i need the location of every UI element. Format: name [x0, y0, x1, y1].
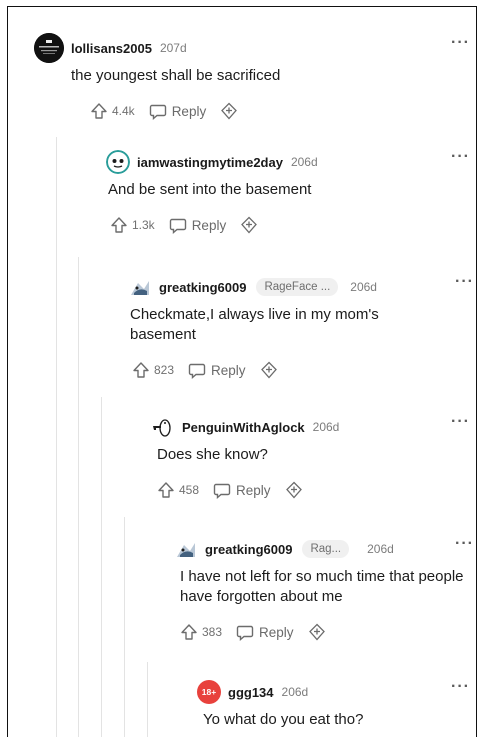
upvote-button[interactable]: 458: [157, 481, 199, 499]
thread-line: [78, 257, 79, 737]
username[interactable]: PenguinWithAglock: [182, 420, 305, 435]
reply-bubble-icon: [236, 625, 254, 641]
comment: PenguinWithAglock 206d ··· Does she know…: [151, 414, 470, 501]
award-icon: [241, 216, 258, 234]
comment: greatking6009 Rag... 206d ··· I have not…: [174, 536, 473, 643]
reply-button[interactable]: Reply: [149, 103, 207, 120]
username[interactable]: iamwastingmytime2day: [137, 155, 283, 170]
avatar[interactable]: 18+: [197, 680, 221, 704]
reply-bubble-icon: [169, 218, 186, 234]
comment-body: the youngest shall be sacrificed: [71, 67, 281, 84]
reply-button[interactable]: Reply: [169, 217, 227, 234]
award-button[interactable]: [240, 216, 258, 234]
comment-body: Checkmate,I always live in my mom's base…: [130, 306, 379, 343]
more-options-icon[interactable]: ···: [455, 274, 474, 290]
comment: lollisans2005 207d ··· the youngest shal…: [34, 33, 470, 122]
upvote-button[interactable]: 4.4k: [90, 102, 135, 120]
username[interactable]: greatking6009: [205, 542, 292, 557]
timestamp: 206d: [290, 155, 318, 169]
comment-body: Does she know?: [157, 446, 268, 463]
more-options-icon[interactable]: ···: [451, 414, 470, 430]
thread-line: [124, 517, 125, 737]
vote-count: 823: [154, 363, 175, 377]
reply-label: Reply: [236, 482, 271, 498]
reply-bubble-icon: [188, 363, 206, 379]
upvote-arrow-icon: [133, 362, 149, 378]
upvote-arrow-icon: [181, 624, 197, 640]
avatar-image-icon: [106, 150, 130, 174]
reply-label: Reply: [171, 103, 207, 119]
avatar-image-icon: [131, 281, 149, 295]
award-button[interactable]: [220, 102, 238, 120]
comment-body: I have not left for so much time that pe…: [180, 568, 464, 605]
username[interactable]: lollisans2005: [71, 41, 152, 56]
avatar-image-icon: [153, 419, 171, 437]
reply-label: Reply: [211, 362, 246, 378]
comment: iamwastingmytime2day 206d ··· And be sen…: [106, 149, 470, 236]
vote-count: 383: [202, 625, 223, 639]
thread-line: [56, 137, 57, 737]
timestamp: 207d: [159, 41, 187, 55]
upvote-button[interactable]: 383: [180, 623, 222, 641]
timestamp: 206d: [281, 685, 309, 699]
reply-bubble-icon: [149, 104, 166, 120]
comment: greatking6009 RageFace ... 206d ··· Chec…: [128, 274, 473, 381]
more-options-icon[interactable]: ···: [455, 536, 474, 552]
reply-bubble-icon: [213, 483, 231, 499]
comment-thread: lollisans2005 207d ··· the youngest shal…: [7, 6, 477, 737]
thread-line: [101, 397, 102, 737]
award-button[interactable]: [308, 623, 326, 641]
reply-button[interactable]: Reply: [188, 362, 246, 379]
avatar-image-icon: [34, 33, 64, 63]
award-icon: [285, 481, 302, 499]
upvote-button[interactable]: 823: [132, 361, 174, 379]
avatar[interactable]: [128, 275, 152, 299]
reply-button[interactable]: Reply: [213, 482, 271, 499]
timestamp: 206d: [350, 280, 377, 294]
award-icon: [221, 102, 238, 120]
timestamp: 206d: [312, 420, 340, 434]
user-flair: Rag...: [302, 540, 350, 558]
nsfw-avatar-label: 18+: [201, 687, 217, 697]
upvote-button[interactable]: 1.3k: [110, 216, 155, 234]
thread-line: [147, 662, 148, 737]
avatar[interactable]: [174, 537, 198, 561]
reply-label: Reply: [191, 217, 227, 233]
timestamp: 206d: [367, 542, 394, 556]
comment: 18+ ggg134 206d ··· Yo what do you eat t…: [197, 679, 470, 730]
vote-count: 458: [179, 483, 200, 497]
user-flair: RageFace ...: [256, 278, 339, 296]
comment-body: And be sent into the basement: [108, 181, 312, 198]
vote-count: 4.4k: [112, 104, 135, 118]
reply-button[interactable]: Reply: [236, 624, 294, 641]
avatar[interactable]: [151, 415, 175, 439]
avatar[interactable]: [106, 150, 130, 174]
upvote-arrow-icon: [111, 217, 127, 233]
vote-count: 1.3k: [132, 218, 155, 232]
more-options-icon[interactable]: ···: [451, 35, 470, 51]
upvote-arrow-icon: [158, 482, 174, 498]
upvote-arrow-icon: [91, 103, 107, 119]
award-button[interactable]: [260, 361, 278, 379]
avatar-image-icon: [177, 543, 195, 557]
reply-label: Reply: [259, 624, 294, 640]
more-options-icon[interactable]: ···: [451, 149, 470, 165]
avatar[interactable]: [34, 33, 64, 63]
award-button[interactable]: [285, 481, 303, 499]
comment-body: Yo what do you eat tho?: [203, 711, 364, 728]
more-options-icon[interactable]: ···: [451, 679, 470, 695]
award-icon: [260, 361, 277, 379]
username[interactable]: greatking6009: [159, 280, 246, 295]
award-icon: [308, 623, 325, 641]
username[interactable]: ggg134: [228, 685, 274, 700]
